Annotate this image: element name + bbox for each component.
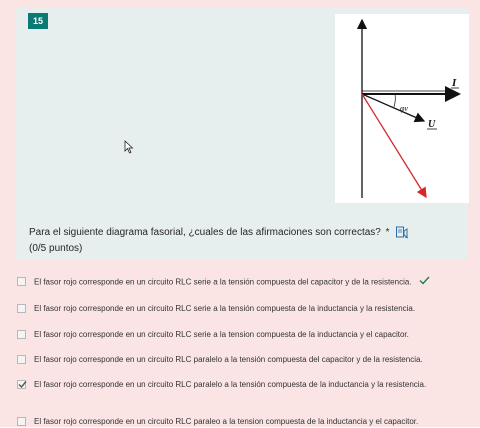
option-label: El fasor rojo corresponde en un circuito… <box>34 304 416 313</box>
correct-answer-icon <box>419 276 430 289</box>
current-label: I <box>451 77 457 89</box>
option-label: El fasor rojo corresponde en un circuito… <box>34 277 412 287</box>
question-container: 15 I U φv Para el siguiente diagrama fas… <box>0 0 480 427</box>
option-6[interactable]: El fasor rojo corresponde en un circuito… <box>17 416 434 428</box>
voltage-label: U <box>428 119 436 130</box>
option-4[interactable]: El fasor rojo corresponde en un circuito… <box>17 354 434 366</box>
option-text: El fasor rojo corresponde en un circuito… <box>34 354 434 366</box>
option-checkbox[interactable] <box>17 304 26 313</box>
phasor-diagram: I U φv <box>335 14 469 203</box>
option-checkbox[interactable] <box>17 380 27 389</box>
check-icon <box>18 381 27 389</box>
option-1[interactable]: El fasor rojo corresponde en un circuito… <box>17 276 434 289</box>
option-text: El fasor rojo corresponde en un circuito… <box>34 303 434 315</box>
option-checkbox[interactable] <box>17 355 26 364</box>
option-text: El fasor rojo corresponde en un circuito… <box>34 416 434 428</box>
option-text: El fasor rojo corresponde en un circuito… <box>34 276 434 289</box>
mouse-cursor-icon <box>124 140 134 154</box>
option-checkbox[interactable] <box>17 277 26 286</box>
question-text: Para el siguiente diagrama fasorial, ¿cu… <box>29 227 390 238</box>
question-card: 15 I U φv Para el siguiente diagrama fas… <box>15 7 469 260</box>
option-text: El fasor rojo corresponde en un circuito… <box>34 329 434 341</box>
option-label: El fasor rojo corresponde en un circuito… <box>34 417 419 426</box>
option-checkbox[interactable] <box>17 330 26 339</box>
immersive-reader-icon[interactable] <box>396 226 409 239</box>
points-label: (0/5 puntos) <box>29 243 83 254</box>
phasor-diagram-svg: I U φv <box>356 18 461 199</box>
question-number-badge: 15 <box>28 13 48 29</box>
option-checkbox[interactable] <box>17 417 26 426</box>
option-3[interactable]: El fasor rojo corresponde en un circuito… <box>17 329 434 341</box>
red-phasor <box>361 93 427 199</box>
option-label: El fasor rojo corresponde en un circuito… <box>34 380 427 389</box>
question-title: Para el siguiente diagrama fasorial, ¿cu… <box>29 227 381 238</box>
voltage-phasor <box>361 93 426 123</box>
option-label: El fasor rojo corresponde en un circuito… <box>34 355 423 364</box>
angle-label: φv <box>400 104 408 113</box>
option-5[interactable]: El fasor rojo corresponde en un circuito… <box>17 379 434 391</box>
option-2[interactable]: El fasor rojo corresponde en un circuito… <box>17 303 434 315</box>
angle-arc <box>393 93 396 108</box>
option-label: El fasor rojo corresponde en un circuito… <box>34 330 409 339</box>
required-asterisk: * <box>385 227 390 238</box>
option-text: El fasor rojo corresponde en un circuito… <box>34 379 434 391</box>
